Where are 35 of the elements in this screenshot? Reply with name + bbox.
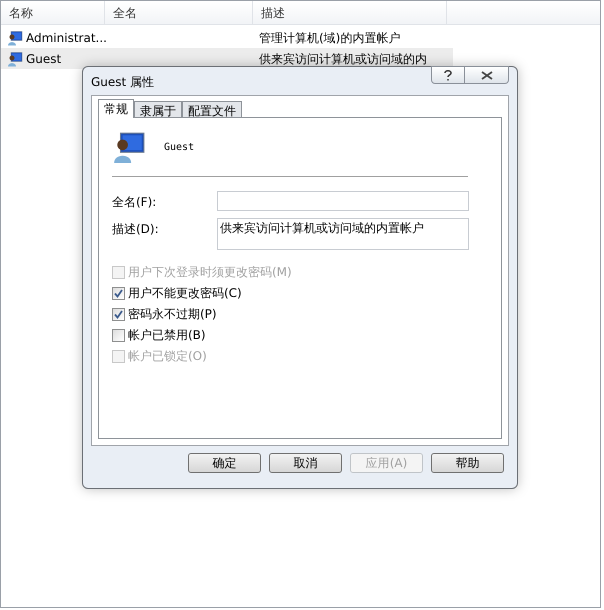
tab[interactable]: 隶属于 <box>134 101 182 118</box>
user-computer-icon <box>112 130 146 164</box>
dialog-button[interactable]: 确定 <box>188 453 261 473</box>
checkbox[interactable] <box>112 308 125 320</box>
field-label: 全名(F): <box>112 194 158 211</box>
column-header[interactable]: 名称 <box>1 1 105 24</box>
tab[interactable]: 配置文件 <box>182 101 242 118</box>
close-button[interactable] <box>465 66 509 84</box>
check-icon <box>114 288 123 298</box>
full-name-field[interactable] <box>217 191 469 211</box>
checkbox-option[interactable]: 密码永不过期(P) <box>112 306 488 322</box>
dialog-button[interactable]: 取消 <box>269 453 342 473</box>
tab[interactable]: 常规 <box>98 99 134 118</box>
checkbox-option[interactable]: 用户不能更改密码(C) <box>112 285 488 301</box>
question-mark-icon <box>444 70 452 80</box>
account-name: Guest <box>26 50 62 68</box>
column-header[interactable]: 描述 <box>253 1 447 24</box>
checkbox[interactable] <box>112 328 125 342</box>
user-computer-icon <box>7 50 23 66</box>
field-label: 描述(D): <box>112 221 160 238</box>
description-field[interactable]: 供来宾访问计算机或访问域的内置帐户 <box>217 218 469 250</box>
dialog-button[interactable]: 帮助 <box>431 453 504 473</box>
dialog-title: Guest 属性 <box>91 74 154 91</box>
close-icon <box>480 70 492 80</box>
account-description: 供来宾访问计算机或访问域的内 <box>258 50 427 68</box>
help-button[interactable] <box>431 66 465 84</box>
checkbox-option[interactable]: 帐户已禁用(B) <box>112 327 488 343</box>
user-name: Guest <box>164 140 194 154</box>
account-description: 管理计算机(域)的内置帐户 <box>258 30 400 46</box>
checkbox[interactable] <box>112 286 125 300</box>
user-computer-icon <box>7 30 23 46</box>
account-row[interactable]: Administrat... 管理计算机(域)的内置帐户 <box>1 27 453 48</box>
column-header[interactable]: 全名 <box>105 1 253 24</box>
check-icon <box>114 310 123 318</box>
account-name: Administrat... <box>26 30 107 46</box>
